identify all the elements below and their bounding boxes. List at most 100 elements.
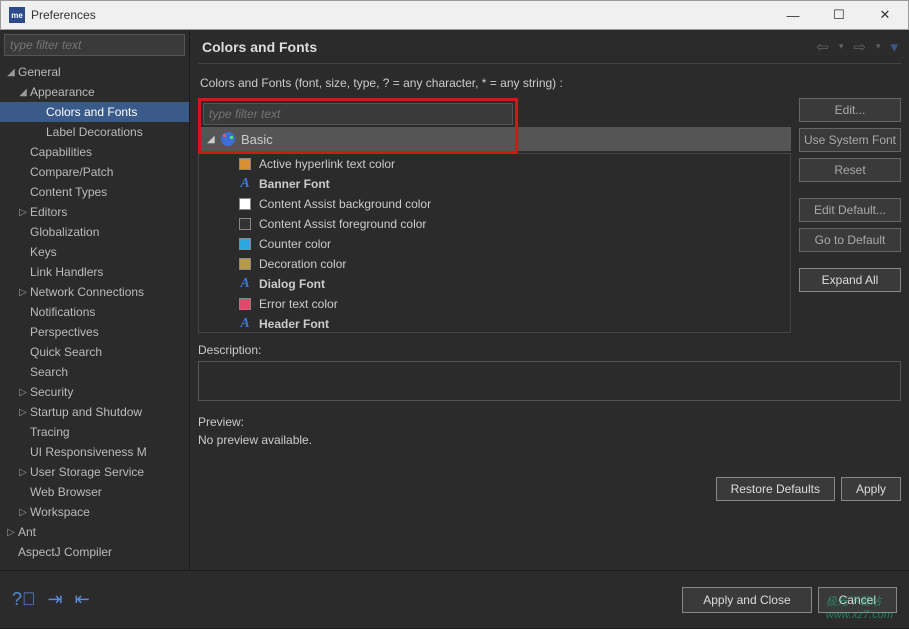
- font-item-label: Content Assist foreground color: [259, 217, 426, 231]
- tree-item[interactable]: Perspectives: [0, 322, 189, 342]
- font-item[interactable]: Active hyperlink text color: [199, 154, 790, 174]
- font-item[interactable]: A Banner Font: [199, 174, 790, 194]
- tree-item-label: Content Types: [30, 185, 107, 199]
- tree-item[interactable]: Quick Search: [0, 342, 189, 362]
- restore-defaults-button[interactable]: Restore Defaults: [716, 477, 835, 501]
- arrow-icon: ▷: [16, 387, 30, 398]
- maximize-button[interactable]: ☐: [816, 1, 862, 30]
- font-item[interactable]: Counter color: [199, 234, 790, 254]
- tree-item-label: Network Connections: [30, 285, 144, 299]
- font-item-label: Dialog Font: [259, 277, 325, 291]
- apply-button[interactable]: Apply: [841, 477, 901, 501]
- tree-item[interactable]: ◢Appearance: [0, 82, 189, 102]
- color-swatch-icon: [239, 258, 251, 270]
- font-icon: A: [239, 176, 251, 192]
- hint-text: Colors and Fonts (font, size, type, ? = …: [200, 76, 899, 90]
- font-icon: A: [239, 276, 251, 292]
- color-swatch-icon: [239, 238, 251, 250]
- tree-item[interactable]: ▷Network Connections: [0, 282, 189, 302]
- tree-item-label: Colors and Fonts: [46, 105, 137, 119]
- tree-item[interactable]: ▷Ant: [0, 522, 189, 542]
- minimize-button[interactable]: —: [770, 1, 816, 30]
- tree-item[interactable]: ▷Editors: [0, 202, 189, 222]
- tree-item-label: User Storage Service: [30, 465, 144, 479]
- expand-all-button[interactable]: Expand All: [799, 268, 901, 292]
- tree-item[interactable]: ▷User Storage Service: [0, 462, 189, 482]
- tree-item-label: UI Responsiveness M: [30, 445, 147, 459]
- font-item[interactable]: Decoration color: [199, 254, 790, 274]
- tree-item[interactable]: ▷Security: [0, 382, 189, 402]
- font-filter-input[interactable]: [203, 103, 513, 125]
- tree-item[interactable]: Compare/Patch: [0, 162, 189, 182]
- tree-item[interactable]: Web Browser: [0, 482, 189, 502]
- tree-item[interactable]: Label Decorations: [0, 122, 189, 142]
- arrow-icon: ▷: [4, 527, 18, 538]
- basic-category-row[interactable]: ◢ Basic: [201, 127, 515, 151]
- tree-item-label: Search: [30, 365, 68, 379]
- app-icon: me: [9, 7, 25, 23]
- font-item-label: Active hyperlink text color: [259, 157, 395, 171]
- tree-item[interactable]: Notifications: [0, 302, 189, 322]
- tree-item[interactable]: Capabilities: [0, 142, 189, 162]
- close-button[interactable]: ✕: [862, 1, 908, 30]
- tree-item-label: Startup and Shutdow: [30, 405, 142, 419]
- forward-icon[interactable]: ⇨: [850, 36, 869, 58]
- font-item-label: Header Font: [259, 317, 329, 331]
- color-swatch-icon: [239, 298, 251, 310]
- arrow-icon: ◢: [16, 87, 30, 98]
- tree-item[interactable]: Colors and Fonts: [0, 102, 189, 122]
- tree-item[interactable]: Keys: [0, 242, 189, 262]
- reset-button[interactable]: Reset: [799, 158, 901, 182]
- export-icon[interactable]: ⇤: [75, 589, 90, 610]
- arrow-icon: ▷: [16, 287, 30, 298]
- tree-item[interactable]: UI Responsiveness M: [0, 442, 189, 462]
- forward-menu-icon[interactable]: ▾: [873, 39, 884, 54]
- preference-tree[interactable]: ◢General◢AppearanceColors and FontsLabel…: [0, 60, 189, 570]
- color-swatch-icon: [239, 158, 251, 170]
- edit-button[interactable]: Edit...: [799, 98, 901, 122]
- tree-item-label: General: [18, 65, 61, 79]
- font-item[interactable]: Error text color: [199, 294, 790, 314]
- back-menu-icon[interactable]: ▾: [836, 39, 847, 54]
- nav-icons: ⇦▾ ⇨▾ ▾: [813, 36, 901, 58]
- tree-item[interactable]: ◢General: [0, 62, 189, 82]
- use-system-font-button[interactable]: Use System Font: [799, 128, 901, 152]
- tree-item-label: Capabilities: [30, 145, 92, 159]
- apply-and-close-button[interactable]: Apply and Close: [682, 587, 811, 613]
- window-title: Preferences: [31, 8, 770, 22]
- font-item-list[interactable]: Active hyperlink text color A Banner Font C…: [198, 153, 791, 333]
- tree-item[interactable]: Globalization: [0, 222, 189, 242]
- tree-item-label: Globalization: [30, 225, 99, 239]
- preview-text: No preview available.: [198, 433, 901, 447]
- font-item-label: Content Assist background color: [259, 197, 431, 211]
- page-title: Colors and Fonts: [198, 39, 813, 55]
- tree-item-label: Keys: [30, 245, 57, 259]
- import-icon[interactable]: ⇥: [48, 589, 63, 610]
- basic-label: Basic: [241, 132, 273, 147]
- tree-item[interactable]: Link Handlers: [0, 262, 189, 282]
- tree-item[interactable]: AspectJ Compiler: [0, 542, 189, 562]
- font-icon: A: [239, 316, 251, 332]
- tree-item-label: Appearance: [30, 85, 95, 99]
- tree-item[interactable]: Content Types: [0, 182, 189, 202]
- font-item[interactable]: A Dialog Font: [199, 274, 790, 294]
- font-item[interactable]: Content Assist background color: [199, 194, 790, 214]
- tree-item-label: Compare/Patch: [30, 165, 113, 179]
- tree-item[interactable]: ▷Startup and Shutdow: [0, 402, 189, 422]
- help-icon[interactable]: ?⃝: [12, 589, 36, 610]
- content-area: Colors and Fonts ⇦▾ ⇨▾ ▾ Colors and Font…: [190, 30, 909, 570]
- menu-icon[interactable]: ▾: [887, 36, 901, 58]
- edit-default-button[interactable]: Edit Default...: [799, 198, 901, 222]
- tree-item[interactable]: Search: [0, 362, 189, 382]
- sidebar: ◢General◢AppearanceColors and FontsLabel…: [0, 30, 190, 570]
- titlebar: me Preferences — ☐ ✕: [0, 0, 909, 30]
- font-item[interactable]: A Header Font: [199, 314, 790, 333]
- font-item-label: Banner Font: [259, 177, 330, 191]
- sidebar-filter-input[interactable]: [4, 34, 185, 56]
- tree-item[interactable]: ▷Workspace: [0, 502, 189, 522]
- go-to-default-button[interactable]: Go to Default: [799, 228, 901, 252]
- tree-item[interactable]: Tracing: [0, 422, 189, 442]
- font-item-label: Decoration color: [259, 257, 346, 271]
- font-item[interactable]: Content Assist foreground color: [199, 214, 790, 234]
- back-icon[interactable]: ⇦: [813, 36, 832, 58]
